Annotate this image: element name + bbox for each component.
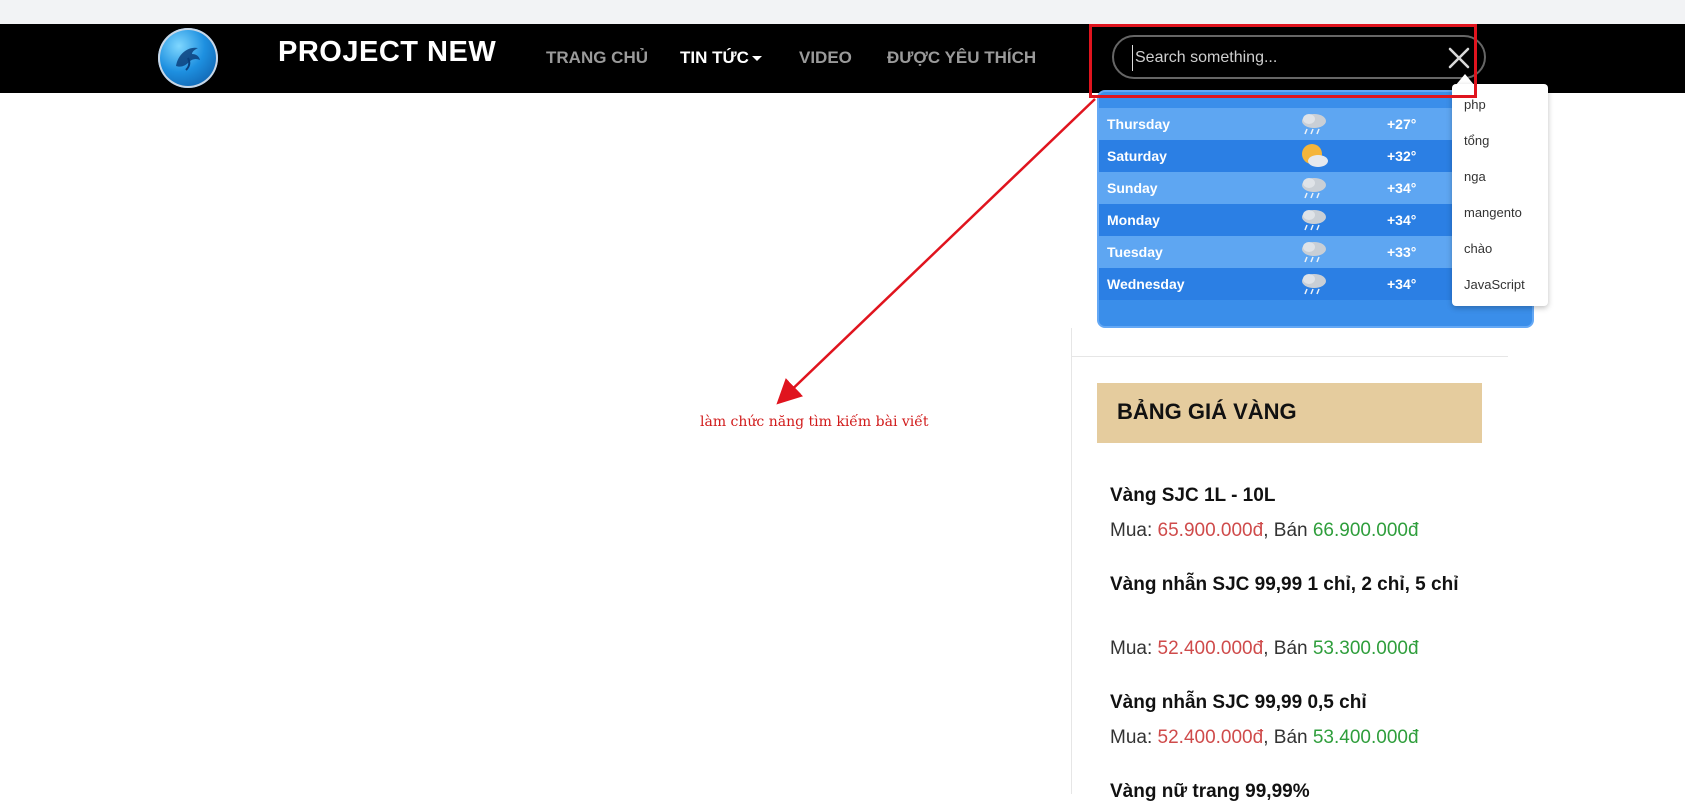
gold-item-name: Vàng nữ trang 99,99% xyxy=(1110,781,1310,802)
gold-price-title: BẢNG GIÁ VÀNG xyxy=(1117,399,1297,424)
buy-label: Mua: xyxy=(1110,520,1153,541)
gold-item-name: Vàng nhẫn SJC 99,99 1 chỉ, 2 chỉ, 5 chỉ xyxy=(1110,574,1459,595)
annotation-text: làm chức năng tìm kiếm bài viết xyxy=(700,414,929,430)
buy-label: Mua: xyxy=(1110,638,1153,659)
buy-label: Mua: xyxy=(1110,727,1153,748)
gold-item-price: Mua: 65.900.000đ, Bán 66.900.000đ xyxy=(1110,520,1419,541)
sell-label: Bán xyxy=(1273,638,1308,659)
sidebar-divider xyxy=(1071,356,1508,357)
gold-item-price: Mua: 52.400.000đ, Bán 53.400.000đ xyxy=(1110,727,1419,748)
gold-item-name: Vàng SJC 1L - 10L xyxy=(1110,485,1276,506)
gold-price-header: BẢNG GIÁ VÀNG xyxy=(1097,383,1482,443)
buy-price: 52.400.000đ xyxy=(1157,727,1264,748)
sell-label: Bán xyxy=(1273,727,1308,748)
sell-price: 66.900.000đ xyxy=(1312,520,1419,541)
sell-price: 53.300.000đ xyxy=(1312,638,1419,659)
buy-price: 52.400.000đ xyxy=(1157,638,1264,659)
sidebar-divider xyxy=(1071,328,1072,794)
gold-item-price: Mua: 52.400.000đ, Bán 53.300.000đ xyxy=(1110,638,1419,659)
buy-price: 65.900.000đ xyxy=(1157,520,1264,541)
gold-item-name: Vàng nhẫn SJC 99,99 0,5 chỉ xyxy=(1110,692,1367,713)
sell-label: Bán xyxy=(1273,520,1308,541)
sell-price: 53.400.000đ xyxy=(1312,727,1419,748)
